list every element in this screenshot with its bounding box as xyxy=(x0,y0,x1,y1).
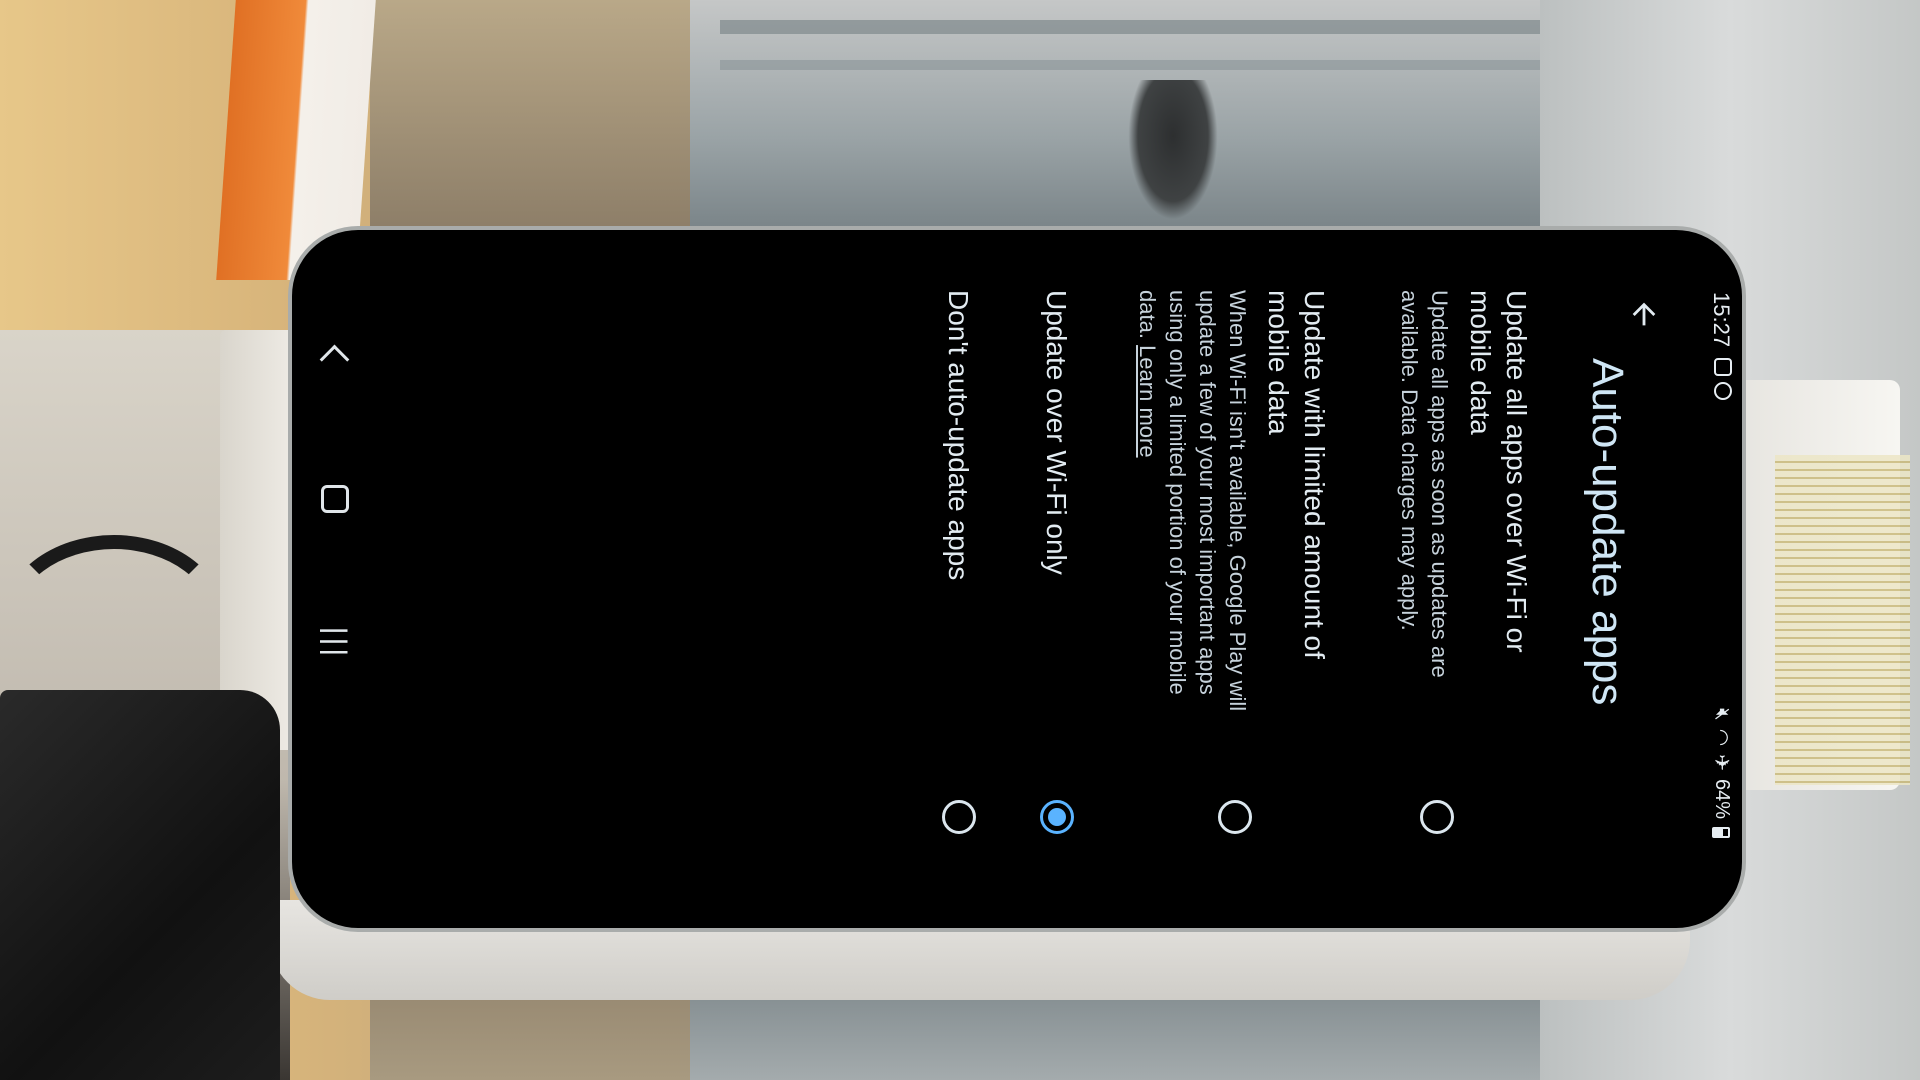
battery-percent: 64% xyxy=(1711,778,1733,819)
status-time: 15:27 xyxy=(1709,292,1734,348)
learn-more-link[interactable]: Learn more xyxy=(1135,345,1160,458)
status-bar: 15:27 🔇︎ ◠ ✈ 64% xyxy=(1682,230,1742,928)
home-icon xyxy=(321,485,349,513)
back-button[interactable] xyxy=(1616,286,1672,342)
recents-button[interactable]: ||| xyxy=(310,618,360,668)
background-beam xyxy=(720,20,1540,34)
option-description: Update all apps as soon as updates are a… xyxy=(1397,290,1452,678)
recents-icon: ||| xyxy=(319,626,352,660)
caution-label xyxy=(1775,455,1910,785)
radio-limited-mobile-data[interactable] xyxy=(1218,800,1252,834)
page-title: Auto-update apps xyxy=(1583,358,1632,706)
background-shelf xyxy=(370,0,690,230)
notification-icon xyxy=(1714,358,1732,376)
option-wifi-or-mobile[interactable]: Update all apps over Wi-Fi or mobile dat… xyxy=(1394,290,1534,890)
option-title: Update with limited amount of mobile dat… xyxy=(1263,290,1330,659)
navigation-bar: ||| xyxy=(292,230,382,928)
status-icons-right: 🔇︎ ◠ ✈ 64% xyxy=(1709,708,1734,838)
option-title: Don't auto-update apps xyxy=(943,290,974,581)
background-beam-2 xyxy=(720,60,1540,70)
wifi-icon: ◠ xyxy=(1710,728,1732,747)
airplane-icon: ✈ xyxy=(1710,754,1732,771)
cable xyxy=(0,535,228,713)
option-title: Update all apps over Wi-Fi or mobile dat… xyxy=(1465,290,1532,653)
sync-icon xyxy=(1714,382,1732,400)
radio-wifi-or-mobile[interactable] xyxy=(1420,800,1454,834)
background-person xyxy=(1128,80,1218,220)
screen-content: 15:27 🔇︎ ◠ ✈ 64% Auto-update apps Update… xyxy=(292,230,1742,928)
phone-screen: 15:27 🔇︎ ◠ ✈ 64% Auto-update apps Update… xyxy=(292,230,1742,928)
radio-dont-auto-update[interactable] xyxy=(942,800,976,834)
home-button[interactable] xyxy=(310,474,360,524)
radio-wifi-only[interactable] xyxy=(1040,800,1074,834)
arrow-back-icon xyxy=(1632,302,1656,326)
battery-icon xyxy=(1712,827,1731,838)
camera-body xyxy=(0,690,280,1080)
mute-icon: 🔇︎ xyxy=(1711,708,1733,721)
option-title: Update over Wi-Fi only xyxy=(1041,290,1072,575)
option-description: When Wi-Fi isn't available, Google Play … xyxy=(1132,290,1252,730)
option-limited-mobile-data[interactable]: Update with limited amount of mobile dat… xyxy=(1132,290,1332,890)
option-wifi-only[interactable]: Update over Wi-Fi only xyxy=(1038,290,1074,890)
status-icons-left xyxy=(1714,358,1732,400)
nav-back-icon xyxy=(320,344,350,374)
nav-back-button[interactable] xyxy=(310,330,360,380)
option-dont-auto-update[interactable]: Don't auto-update apps xyxy=(940,290,976,890)
